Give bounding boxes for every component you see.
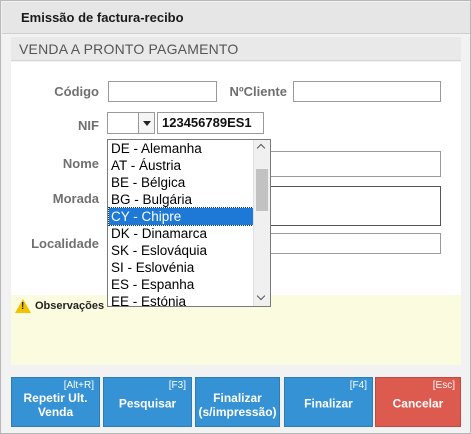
finalizar-sem-impressao-button[interactable]: Finalizar (s/impressão) xyxy=(195,377,280,427)
nif-input[interactable]: 123456789ES1 xyxy=(157,112,264,134)
dropdown-option[interactable]: DK - Dinamarca xyxy=(109,225,253,242)
repetir-ult-venda-button[interactable]: [Alt+R] Repetir Ult. Venda xyxy=(11,377,100,427)
dropdown-option[interactable]: SI - Eslovénia xyxy=(109,259,253,276)
scrollbar-thumb[interactable] xyxy=(256,169,268,211)
morada-label: Morada xyxy=(52,191,99,206)
chevron-up-icon[interactable] xyxy=(254,140,270,156)
button-label: Pesquisar xyxy=(118,396,177,411)
shortcut-label: [Esc] xyxy=(432,380,455,391)
chevron-down-icon[interactable] xyxy=(254,290,270,306)
chevron-down-icon[interactable] xyxy=(138,113,154,133)
button-label: Repetir Ult. Venda xyxy=(23,390,88,419)
cancelar-button[interactable]: [Esc] Cancelar xyxy=(375,377,461,427)
title-bar: Emissão de factura-recibo xyxy=(2,2,470,34)
button-label: Finalizar xyxy=(304,396,353,411)
dropdown-option-selected[interactable]: CY - Chipre xyxy=(108,207,254,226)
dropdown-option[interactable]: BE - Bélgica xyxy=(109,174,253,191)
ncliente-label: NºCliente xyxy=(229,84,287,99)
nif-country-dropdown[interactable]: DE - Alemanha AT - Áustria BE - Bélgica … xyxy=(107,139,271,307)
window-title: Emissão de factura-recibo xyxy=(21,10,184,25)
codigo-input[interactable] xyxy=(108,81,217,102)
shortcut-label: [F3] xyxy=(168,380,186,391)
shortcut-label: [Alt+R] xyxy=(63,380,94,391)
button-label: Cancelar xyxy=(392,396,444,411)
invoice-dialog: Emissão de factura-recibo VENDA A PRONTO… xyxy=(0,0,471,434)
pesquisar-button[interactable]: [F3] Pesquisar xyxy=(103,377,192,427)
nif-label: NIF xyxy=(78,118,99,133)
button-label: Finalizar (s/impressão) xyxy=(198,390,277,419)
dropdown-scrollbar[interactable] xyxy=(253,140,270,306)
nome-label: Nome xyxy=(62,156,99,171)
codigo-label: Código xyxy=(54,84,99,99)
ncliente-input[interactable] xyxy=(293,81,441,102)
dropdown-option[interactable]: BG - Bulgária xyxy=(109,191,253,208)
observacoes-label: Observações xyxy=(35,300,105,312)
section-title: VENDA A PRONTO PAGAMENTO xyxy=(19,41,239,57)
finalizar-button[interactable]: [F4] Finalizar xyxy=(284,377,373,427)
nif-country-select[interactable] xyxy=(107,112,155,134)
dropdown-option[interactable]: EE - Estónia xyxy=(109,293,253,306)
section-header: VENDA A PRONTO PAGAMENTO xyxy=(11,37,461,61)
dropdown-option[interactable]: SK - Eslováquia xyxy=(109,242,253,259)
dropdown-option[interactable]: ES - Espanha xyxy=(109,276,253,293)
shortcut-label: [F4] xyxy=(349,380,367,391)
localidade-label: Localidade xyxy=(31,236,99,251)
dropdown-option[interactable]: AT - Áustria xyxy=(109,157,253,174)
dropdown-option[interactable]: DE - Alemanha xyxy=(109,140,253,157)
